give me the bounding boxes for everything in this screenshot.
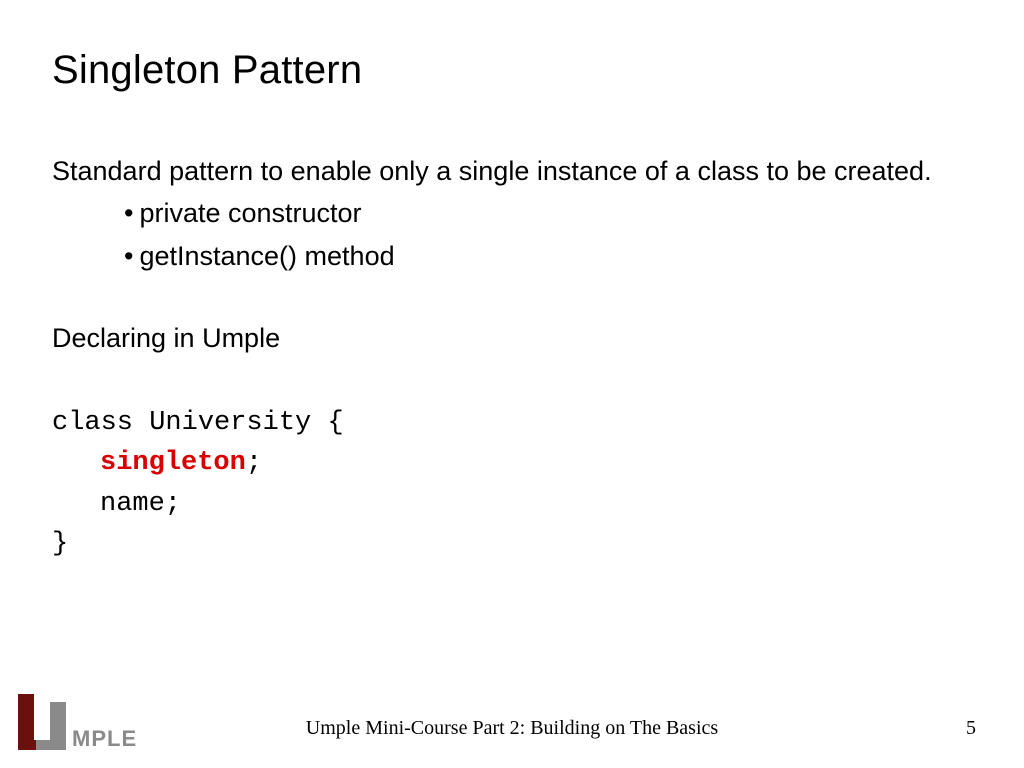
- slide-title: Singleton Pattern: [52, 48, 972, 93]
- page-number: 5: [966, 717, 976, 740]
- bullet-list: •private constructor •getInstance() meth…: [124, 195, 972, 274]
- code-keyword: singleton: [100, 448, 246, 478]
- code-line: singleton;: [52, 443, 972, 484]
- code-line: name;: [52, 484, 972, 525]
- footer-course: Umple Mini-Course Part 2: Building on Th…: [0, 717, 1024, 740]
- code-block: class University { singleton; name; }: [52, 403, 972, 565]
- code-punct: ;: [246, 448, 262, 478]
- footer: MPLE Umple Mini-Course Part 2: Building …: [0, 690, 1024, 750]
- bullet-icon: •: [124, 241, 133, 271]
- bullet-label: private constructor: [139, 198, 361, 228]
- bullet-item: •private constructor: [124, 195, 972, 231]
- bullet-item: •getInstance() method: [124, 238, 972, 274]
- description: Standard pattern to enable only a single…: [52, 153, 972, 189]
- code-line: }: [52, 524, 972, 565]
- slide: Singleton Pattern Standard pattern to en…: [0, 0, 1024, 768]
- code-line: class University {: [52, 403, 972, 444]
- bullet-icon: •: [124, 198, 133, 228]
- section-heading: Declaring in Umple: [52, 320, 972, 356]
- bullet-label: getInstance() method: [139, 241, 394, 271]
- slide-body: Standard pattern to enable only a single…: [52, 153, 972, 565]
